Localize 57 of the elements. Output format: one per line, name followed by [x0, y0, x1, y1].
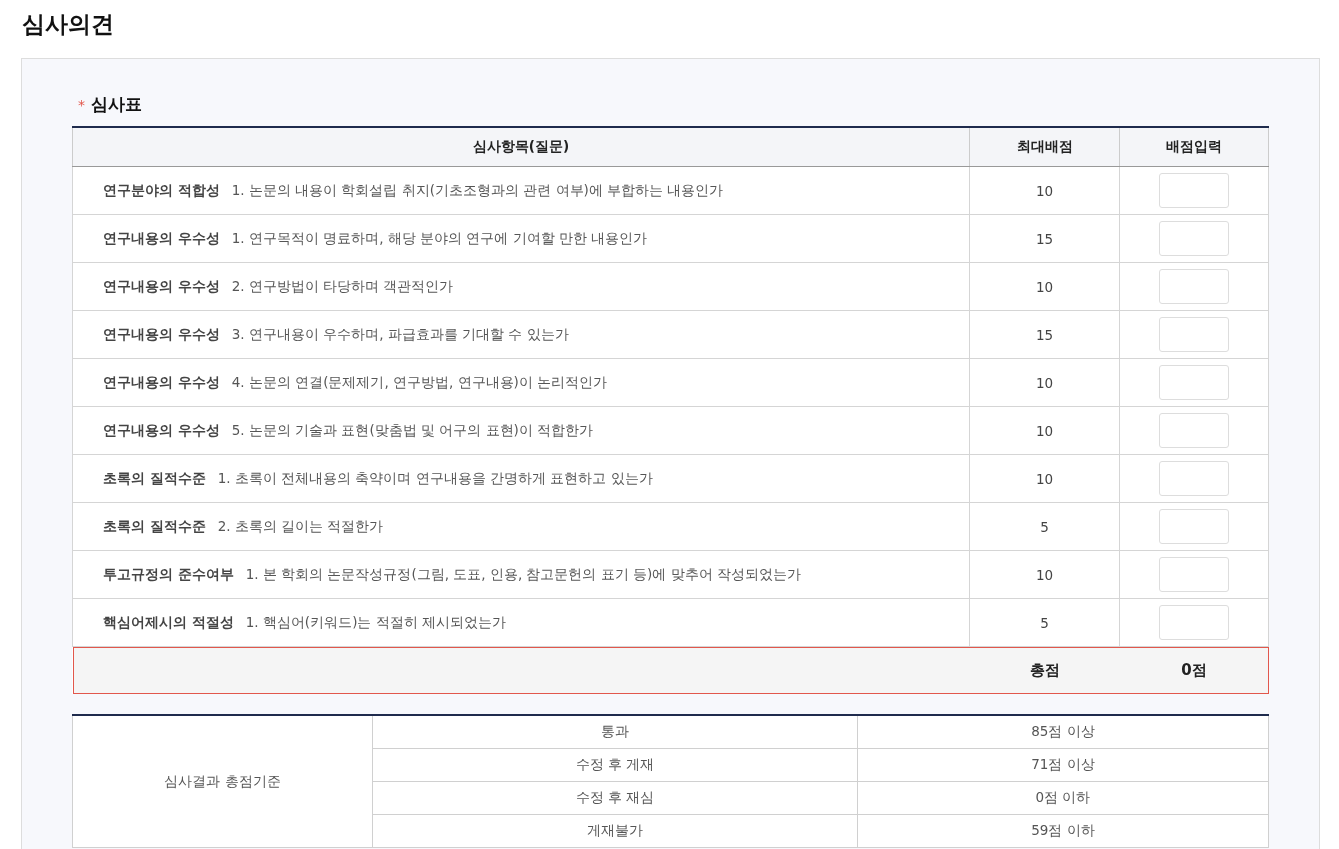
criteria-label: 심사결과 총점기준 — [72, 715, 373, 848]
score-input[interactable] — [1159, 221, 1229, 256]
score-input[interactable] — [1159, 413, 1229, 448]
score-input[interactable] — [1159, 605, 1229, 640]
score-input[interactable] — [1159, 365, 1229, 400]
score-input[interactable] — [1159, 509, 1229, 544]
total-label: 총점 — [969, 646, 1120, 694]
category-label: 연구내용의 우수성 — [103, 229, 220, 246]
max-score-cell: 10 — [969, 406, 1120, 455]
question-text: 1. 논문의 내용이 학회설립 취지(기초조형과의 관련 여부)에 부합하는 내용인가 — [231, 181, 724, 198]
page-title: 심사의견 — [22, 10, 115, 39]
category-label: 연구분야의 적합성 — [103, 181, 220, 198]
question-text: 2. 초록의 길이는 적절한가 — [217, 517, 384, 534]
column-header: 최대배점 — [969, 127, 1120, 167]
result-cell: 수정 후 게재 — [372, 748, 858, 782]
question-text: 1. 핵심어(키워드)는 적절히 제시되었는가 — [245, 613, 506, 630]
column-header: 심사항목(질문) — [72, 127, 970, 167]
max-score-cell: 10 — [969, 166, 1120, 215]
threshold-cell: 0점 이하 — [857, 781, 1269, 815]
category-label: 연구내용의 우수성 — [103, 277, 220, 294]
threshold-cell: 85점 이상 — [857, 715, 1269, 749]
result-cell: 게재불가 — [372, 814, 858, 848]
score-input[interactable] — [1159, 461, 1229, 496]
max-score-cell: 10 — [969, 358, 1120, 407]
score-input[interactable] — [1159, 173, 1229, 208]
question-text: 1. 본 학회의 논문작성규정(그림, 도표, 인용, 참고문헌의 표기 등)에 맞추어 작성되었는가 — [245, 565, 801, 582]
category-label: 연구내용의 우수성 — [103, 373, 220, 390]
max-score-cell: 10 — [969, 262, 1120, 311]
result-cell: 통과 — [372, 715, 858, 749]
threshold-cell: 59점 이하 — [857, 814, 1269, 848]
question-text: 2. 연구방법이 타당하며 객관적인가 — [231, 277, 454, 294]
total-value: 0점 — [1119, 646, 1269, 694]
column-header: 배점입력 — [1119, 127, 1269, 167]
score-input[interactable] — [1159, 317, 1229, 352]
category-label: 연구내용의 우수성 — [103, 421, 220, 438]
category-label: 투고규정의 준수여부 — [103, 565, 234, 582]
threshold-cell: 71점 이상 — [857, 748, 1269, 782]
max-score-cell: 5 — [969, 598, 1120, 647]
section-title: 심사표 — [91, 93, 142, 116]
category-label: 초록의 질적수준 — [103, 469, 206, 486]
question-text: 1. 초록이 전체내용의 축약이며 연구내용을 간명하게 표현하고 있는가 — [217, 469, 653, 486]
result-cell: 수정 후 재심 — [372, 781, 858, 815]
question-text: 3. 연구내용이 우수하며, 파급효과를 기대할 수 있는가 — [231, 325, 569, 342]
score-input[interactable] — [1159, 557, 1229, 592]
question-text: 5. 논문의 기술과 표현(맞춤법 및 어구의 표현)이 적합한가 — [231, 421, 594, 438]
max-score-cell: 10 — [969, 454, 1120, 503]
question-text: 1. 연구목적이 명료하며, 해당 분야의 연구에 기여할 만한 내용인가 — [231, 229, 648, 246]
category-label: 연구내용의 우수성 — [103, 325, 220, 342]
score-input[interactable] — [1159, 269, 1229, 304]
max-score-cell: 10 — [969, 550, 1120, 599]
max-score-cell: 5 — [969, 502, 1120, 551]
required-mark: * — [78, 96, 85, 113]
category-label: 초록의 질적수준 — [103, 517, 206, 534]
max-score-cell: 15 — [969, 310, 1120, 359]
max-score-cell: 15 — [969, 214, 1120, 263]
category-label: 핵심어제시의 적절성 — [103, 613, 234, 630]
question-text: 4. 논문의 연결(문제제기, 연구방법, 연구내용)이 논리적인가 — [231, 373, 608, 390]
